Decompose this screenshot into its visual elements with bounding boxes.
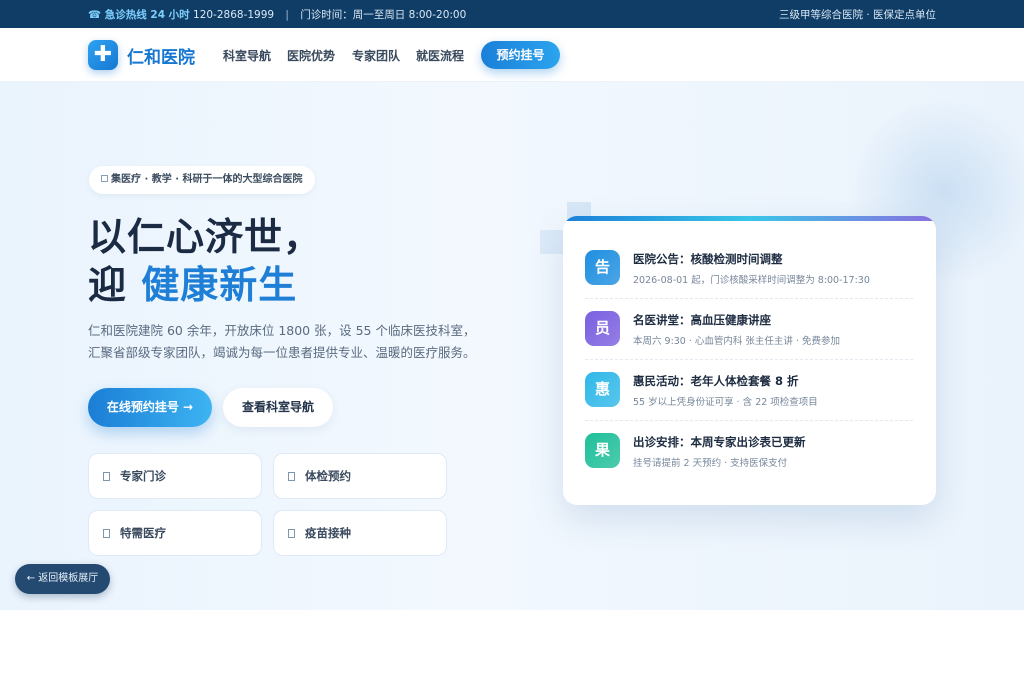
square-icon <box>103 529 110 538</box>
notice-title: 惠民活动：老年人体检套餐 8 折 <box>633 374 799 388</box>
hotline-label: ☎ 急诊热线 24 小时 <box>88 9 190 21</box>
hotline-info: ☎ 急诊热线 24 小时 120-2868-1999 | 门诊时间：周一至周日 … <box>88 7 466 22</box>
notice-subtitle: 本周六 9:30 · 心血管内科 张主任主讲 · 免费参加 <box>633 336 840 347</box>
quick-link-vaccination[interactable]: 疫苗接种 <box>273 510 447 556</box>
notice-badge-icon: 告 <box>585 250 620 285</box>
hero-section: 集医疗 · 教学 · 科研于一体的大型综合医院 以仁心济世， 迎 健康新生 仁和… <box>0 82 1024 610</box>
hero-title-line2: 迎 健康新生 <box>88 254 297 309</box>
hospital-qualification: 三级甲等综合医院 · 医保定点单位 <box>778 9 936 21</box>
quick-link-vip-care[interactable]: 特需医疗 <box>88 510 262 556</box>
nav-link-experts[interactable]: 专家团队 <box>352 47 400 64</box>
main-navigation: ✚ 仁和医院 科室导航 医院优势 专家团队 就医流程 预约挂号 <box>0 28 1024 82</box>
notice-subtitle: 2026-08-01 起，门诊核酸采样时间调整为 8:00-17:30 <box>633 275 870 286</box>
online-booking-button[interactable]: 在线预约挂号 → <box>88 388 212 427</box>
square-icon <box>103 472 110 481</box>
notice-title: 医院公告：核酸检测时间调整 <box>633 252 783 266</box>
hero-title-line1: 以仁心济世， <box>88 215 323 259</box>
nav-link-departments[interactable]: 科室导航 <box>223 47 271 64</box>
square-icon <box>288 472 295 481</box>
hero-badge: 集医疗 · 教学 · 科研于一体的大型综合医院 <box>89 166 315 194</box>
clinic-hours: 门诊时间：周一至周日 8:00-20:00 <box>300 9 467 21</box>
hero-title-highlight: 健康新生 <box>141 263 298 307</box>
notice-title: 名医讲堂：高血压健康讲座 <box>633 313 771 327</box>
notice-divider <box>585 298 913 299</box>
brand-name[interactable]: 仁和医院 <box>127 43 195 68</box>
quick-link-label: 疫苗接种 <box>305 526 351 540</box>
hero-badge-text: 集医疗 · 教学 · 科研于一体的大型综合医院 <box>111 174 303 185</box>
hero-description: 仁和医院建院 60 余年，开放床位 1800 张，设 55 个临床医技科室，汇聚… <box>88 323 476 360</box>
quick-link-expert-clinic[interactable]: 专家门诊 <box>88 453 262 499</box>
notice-item[interactable]: 果 出诊安排：本周专家出诊表已更新 挂号请提前 2 天预约 · 支持医保支付 <box>585 433 913 494</box>
square-icon <box>288 529 295 538</box>
notice-badge-icon: 员 <box>585 311 620 346</box>
square-icon <box>101 175 108 182</box>
hero-title-prefix: 迎 <box>88 263 142 307</box>
notice-badge-icon: 惠 <box>585 372 620 407</box>
notice-subtitle: 挂号请提前 2 天预约 · 支持医保支付 <box>633 458 788 469</box>
quick-link-label: 体检预约 <box>305 469 351 483</box>
quick-link-label: 专家门诊 <box>120 469 166 483</box>
nav-link-process[interactable]: 就医流程 <box>416 47 464 64</box>
notice-item[interactable]: 惠 惠民活动：老年人体检套餐 8 折 55 岁以上凭身份证可享 · 含 22 项… <box>585 372 913 433</box>
back-to-gallery-button[interactable]: ← 返回模板展厅 <box>15 564 110 594</box>
notice-item[interactable]: 员 名医讲堂：高血压健康讲座 本周六 9:30 · 心血管内科 张主任主讲 · … <box>585 311 913 372</box>
plus-icon[interactable]: ✚ <box>88 40 118 70</box>
hotline-number[interactable]: 120-2868-1999 <box>193 9 274 21</box>
notice-title: 出诊安排：本周专家出诊表已更新 <box>633 435 806 449</box>
notice-subtitle: 55 岁以上凭身份证可享 · 含 22 项检查项目 <box>633 397 818 408</box>
top-info-bar: ☎ 急诊热线 24 小时 120-2868-1999 | 门诊时间：周一至周日 … <box>0 0 1024 28</box>
card-accent-bar <box>563 216 936 221</box>
department-guide-button[interactable]: 查看科室导航 <box>223 388 333 427</box>
notice-badge-icon: 果 <box>585 433 620 468</box>
notice-card: 告 医院公告：核酸检测时间调整 2026-08-01 起，门诊核酸采样时间调整为… <box>563 216 936 505</box>
quick-link-checkup[interactable]: 体检预约 <box>273 453 447 499</box>
topbar-separator: | <box>285 9 289 21</box>
nav-link-advantages[interactable]: 医院优势 <box>287 47 335 64</box>
book-appointment-button[interactable]: 预约挂号 <box>481 41 560 69</box>
quick-link-label: 特需医疗 <box>120 526 166 540</box>
notice-divider <box>585 359 913 360</box>
notice-item[interactable]: 告 医院公告：核酸检测时间调整 2026-08-01 起，门诊核酸采样时间调整为… <box>585 250 913 311</box>
notice-divider <box>585 420 913 421</box>
